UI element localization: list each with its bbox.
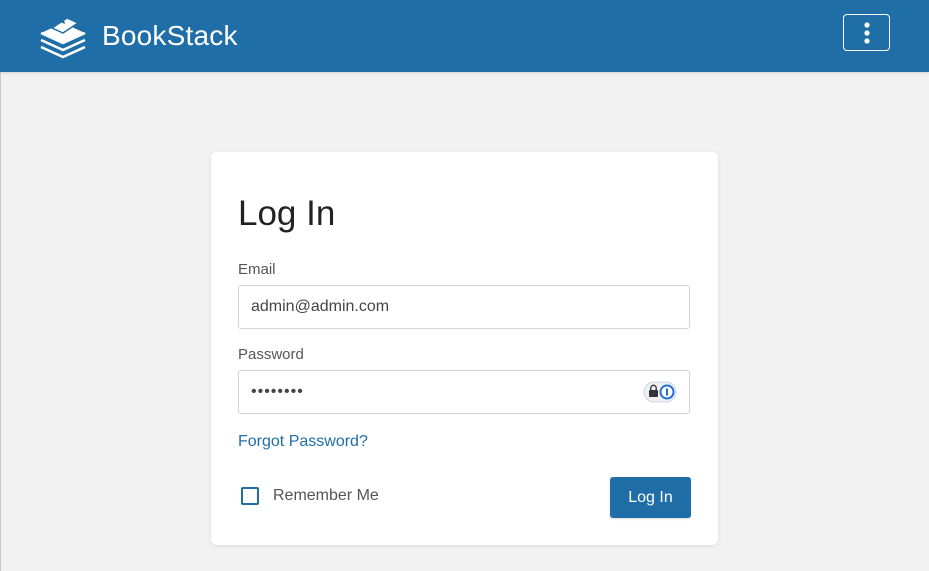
email-label: Email — [238, 261, 276, 278]
password-manager-button[interactable] — [643, 381, 677, 403]
remember-me-toggle[interactable]: Remember Me — [241, 485, 379, 507]
forgot-password-link[interactable]: Forgot Password? — [238, 433, 368, 451]
email-field[interactable] — [238, 285, 690, 329]
page-left-border — [0, 72, 1, 571]
vertical-dots-icon — [863, 21, 870, 44]
login-button[interactable]: Log In — [610, 477, 691, 518]
login-card: Log In Email Password Forgot Password? R… — [211, 152, 718, 545]
lock-icon — [643, 381, 677, 403]
top-header: BookStack — [0, 0, 929, 72]
page-title: Log In — [238, 194, 336, 233]
brand-home-link[interactable]: BookStack — [38, 12, 238, 60]
header-menu-button[interactable] — [843, 14, 890, 51]
bookstack-logo-icon — [40, 17, 86, 59]
remember-me-label: Remember Me — [273, 487, 379, 504]
password-label: Password — [238, 346, 304, 363]
password-field[interactable] — [238, 370, 690, 414]
site-name: BookStack — [102, 20, 238, 51]
remember-me-checkbox[interactable] — [241, 487, 259, 505]
